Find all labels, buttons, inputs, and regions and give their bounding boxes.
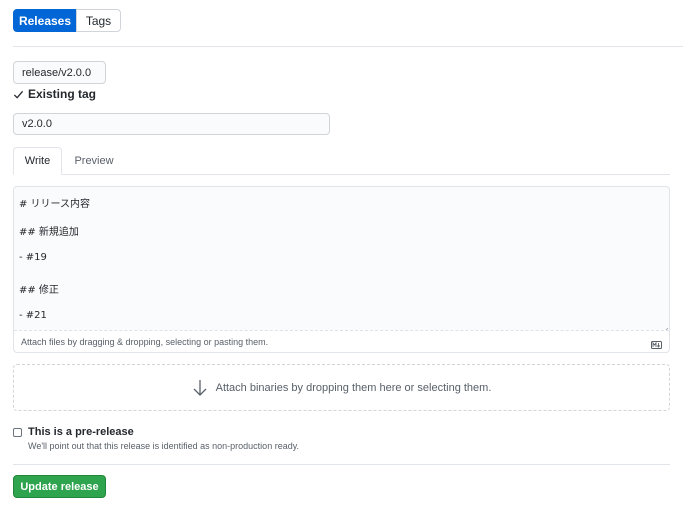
existing-tag-indicator: Existing tag xyxy=(13,86,96,102)
attach-files-bar[interactable]: Attach files by dragging & dropping, sel… xyxy=(14,330,669,352)
binaries-label: Attach binaries by dropping them here or… xyxy=(215,381,492,394)
bottom-divider xyxy=(13,464,670,465)
binaries-dropzone[interactable]: Attach binaries by dropping them here or… xyxy=(13,364,670,411)
prerelease-checkbox[interactable] xyxy=(13,428,22,437)
tab-write[interactable]: Write xyxy=(13,147,62,175)
editor-line: - #19 xyxy=(19,252,47,263)
release-title-input[interactable]: v2.0.0 xyxy=(13,113,330,135)
tags-tab-button[interactable]: Tags xyxy=(76,9,121,32)
editor-line: - #21 xyxy=(19,310,47,321)
existing-tag-label: Existing tag xyxy=(28,87,97,101)
tabs-underline xyxy=(13,174,670,175)
check-icon xyxy=(13,89,24,100)
prerelease-label[interactable]: This is a pre-release xyxy=(28,426,134,438)
releases-tab-button[interactable]: Releases xyxy=(13,9,77,32)
release-notes-textarea[interactable] xyxy=(13,186,670,353)
top-divider xyxy=(13,46,683,47)
editor-line: # リリース内容 xyxy=(19,199,91,210)
editor-line: ## 修正 xyxy=(19,285,59,296)
markdown-icon[interactable] xyxy=(651,336,662,349)
update-release-button[interactable]: Update release xyxy=(13,475,106,498)
prerelease-note: We'll point out that this release is ide… xyxy=(28,441,300,451)
tab-preview[interactable]: Preview xyxy=(66,147,122,175)
attach-files-hint: Attach files by dragging & dropping, sel… xyxy=(21,336,269,347)
editor-line: ## 新規追加 xyxy=(19,227,79,238)
resize-handle-icon[interactable] xyxy=(662,321,669,334)
tag-select-input[interactable]: release/v2.0.0 xyxy=(13,61,106,84)
arrow-down-icon xyxy=(192,379,208,397)
